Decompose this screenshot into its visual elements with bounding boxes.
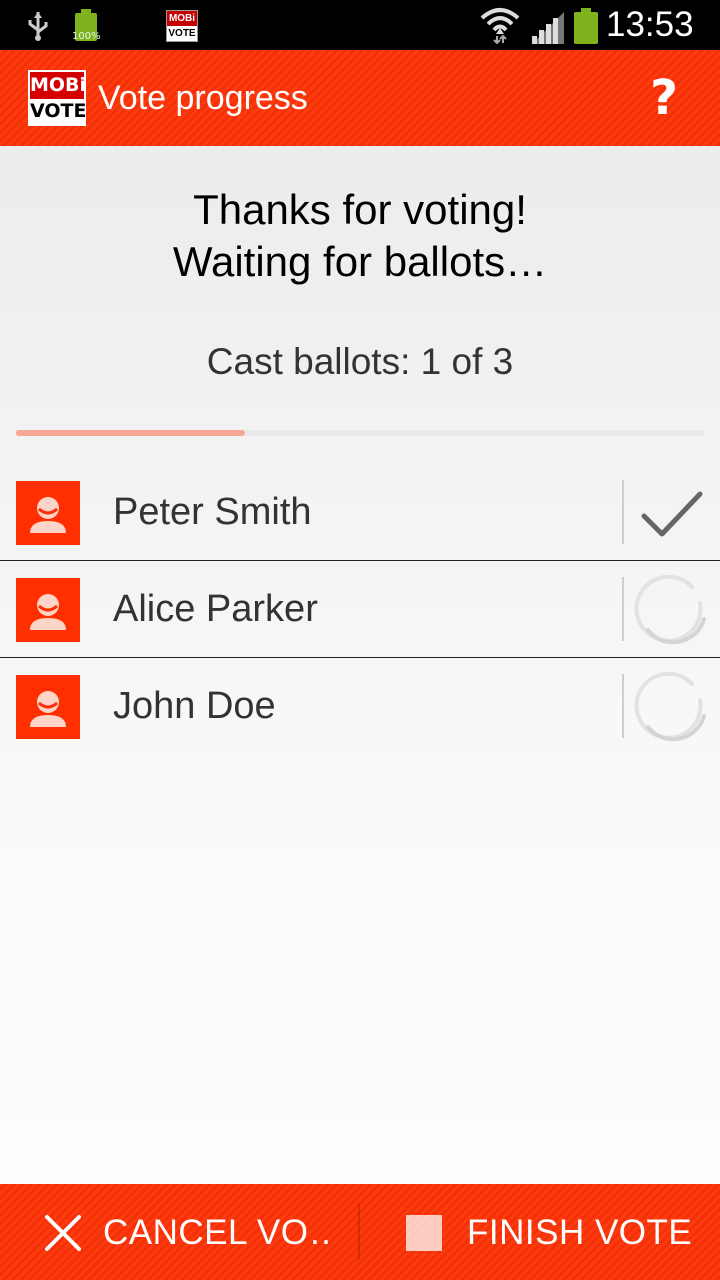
avatar [16, 675, 80, 739]
close-icon [45, 1215, 81, 1251]
finish-vote-button[interactable]: FINISH VOTE [360, 1184, 720, 1280]
loading-spinner-icon [634, 672, 706, 742]
cancel-vote-button[interactable]: CANCEL VO… [0, 1184, 358, 1280]
avatar [16, 578, 80, 642]
help-button[interactable]: ? [636, 68, 692, 128]
vote-progress-content: Thanks for voting! Waiting for ballots… … [0, 146, 720, 1184]
clock: 13:53 [606, 5, 694, 44]
thanks-message: Thanks for voting! Waiting for ballots… [0, 184, 720, 288]
list-item[interactable]: John Doe [0, 658, 720, 755]
wifi-icon [480, 8, 520, 44]
page-title: Vote progress [98, 79, 308, 117]
ballot-progress-fill [16, 430, 246, 436]
person-icon [30, 594, 66, 630]
thanks-line-2: Waiting for ballots… [172, 238, 548, 285]
usb-icon [28, 12, 48, 41]
voter-name: Peter Smith [113, 491, 312, 533]
list-item[interactable]: Peter Smith [0, 464, 720, 561]
person-icon [30, 691, 66, 727]
mobivote-app-icon: MOBi VOTE [166, 10, 198, 42]
voter-name: Alice Parker [113, 588, 318, 630]
battery-full-icon: 100% [72, 8, 101, 44]
avatar [16, 481, 80, 545]
loading-spinner-icon [634, 575, 706, 645]
row-divider [622, 674, 624, 738]
row-divider [622, 577, 624, 641]
app-logo[interactable]: MOBi VOTE [28, 70, 86, 126]
thanks-line-1: Thanks for voting! [193, 186, 527, 233]
checkmark-icon [641, 491, 703, 537]
cast-ballots-count: Cast ballots: 1 of 3 [206, 341, 514, 382]
battery-percent: 100% [72, 31, 101, 42]
finish-vote-label: FINISH VOTE [467, 1213, 693, 1252]
voter-name: John Doe [113, 685, 276, 727]
status-bar: 100% MOBi VOTE 13:53 [0, 0, 720, 50]
person-icon [30, 497, 66, 533]
action-bar: MOBi VOTE Vote progress ? [0, 50, 720, 146]
stop-square-icon [406, 1215, 442, 1251]
bottom-action-bar: CANCEL VO… FINISH VOTE [0, 1184, 720, 1280]
logo-bottom-text: VOTE [30, 99, 87, 124]
voter-list: Peter Smith Alice Parker John Doe [0, 464, 720, 755]
signal-icon [532, 12, 564, 44]
list-item[interactable]: Alice Parker [0, 561, 720, 658]
logo-top-text: MOBi [30, 72, 86, 99]
cancel-vote-label: CANCEL VO… [103, 1213, 333, 1252]
ballot-progress-bar [16, 430, 704, 436]
battery-icon [574, 8, 598, 44]
row-divider [622, 480, 624, 544]
